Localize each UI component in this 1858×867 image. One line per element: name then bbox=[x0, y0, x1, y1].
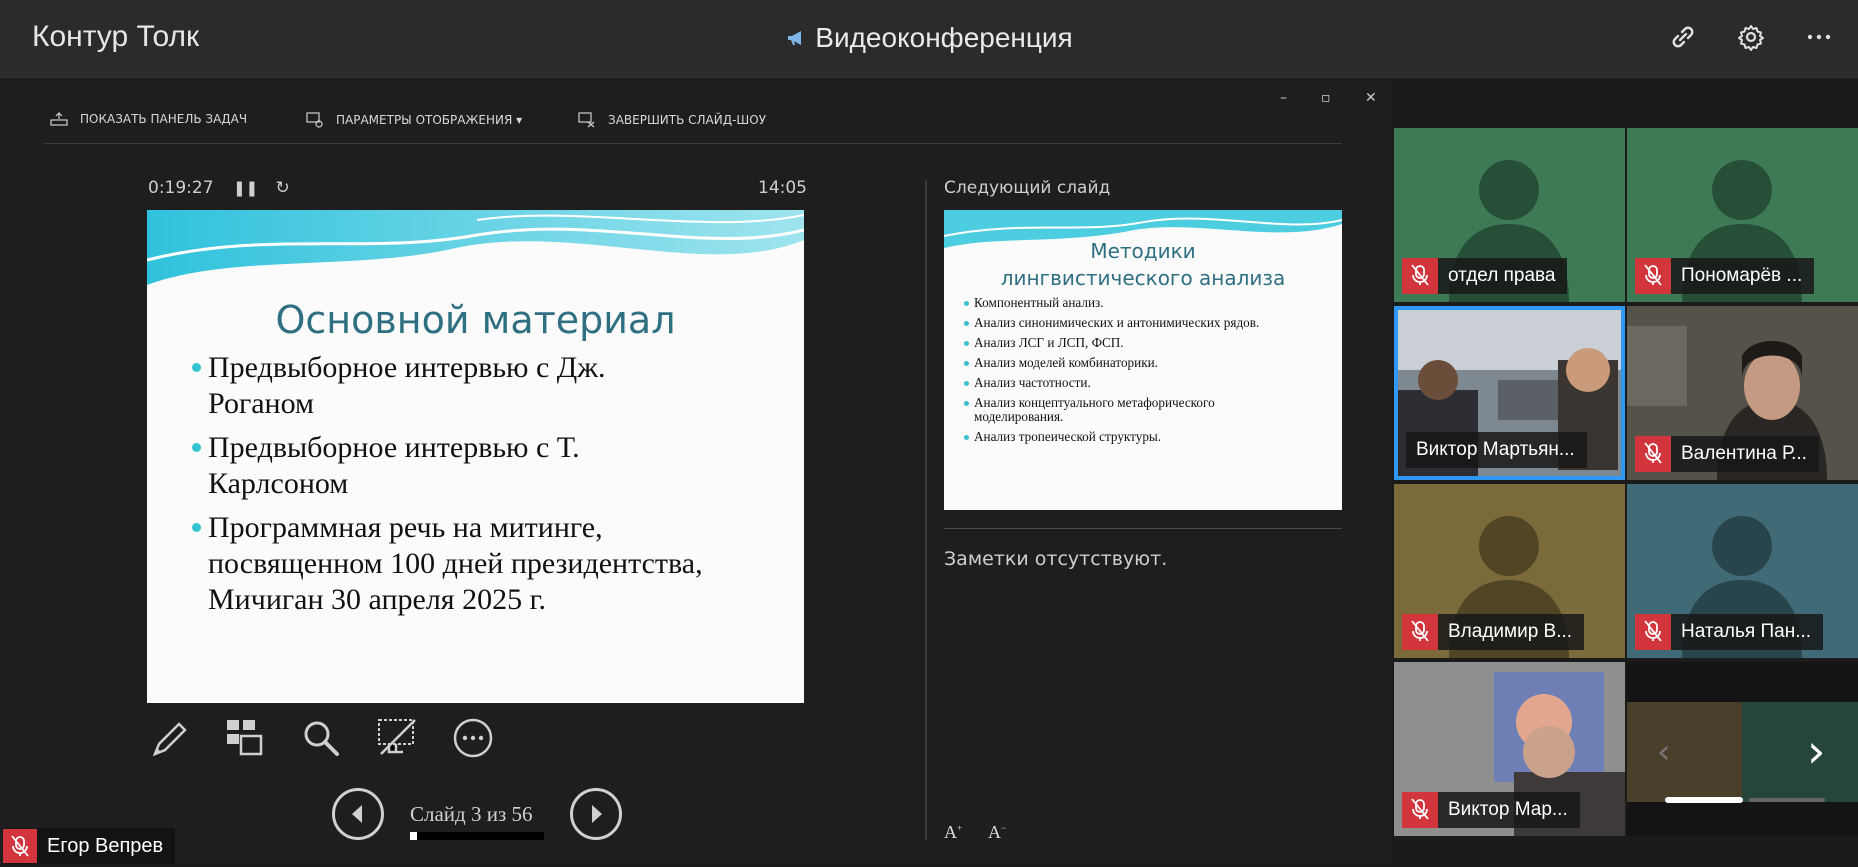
top-bar: Контур Толк Видеоконференция bbox=[0, 0, 1858, 78]
carousel-tile: ‹ › bbox=[1627, 662, 1858, 836]
slide-tools bbox=[147, 716, 495, 760]
next-slide-preview[interactable]: Методики лингвистического анализа Компон… bbox=[944, 210, 1342, 510]
speaker-notes: Заметки отсутствуют. bbox=[944, 548, 1168, 570]
participant-label: Пономарёв ... bbox=[1635, 258, 1815, 294]
clock: 14:05 bbox=[758, 178, 807, 198]
show-taskbar-label: ПОКАЗАТЬ ПАНЕЛЬ ЗАДАЧ bbox=[80, 112, 248, 126]
participant-tile[interactable]: Виктор Мар... bbox=[1394, 662, 1625, 836]
pager-indicator bbox=[1665, 797, 1825, 803]
slide-bullet: Программная речь на митинге, посвященном… bbox=[192, 510, 752, 618]
next-slide-bullet: Анализ концептуального метафорического м… bbox=[964, 396, 1294, 424]
next-slide-button[interactable] bbox=[570, 788, 622, 840]
display-settings-label: ПАРАМЕТРЫ ОТОБРАЖЕНИЯ ▾ bbox=[336, 113, 523, 127]
participant-tile[interactable]: отдел права bbox=[1394, 128, 1625, 302]
participant-tile[interactable]: Виктор Мартьян... bbox=[1394, 306, 1625, 480]
end-slideshow-icon bbox=[578, 112, 595, 128]
slide-progress bbox=[410, 832, 544, 840]
display-settings-icon bbox=[306, 112, 323, 128]
next-slide-label: Следующий слайд bbox=[944, 178, 1111, 198]
chevron-left-icon bbox=[352, 805, 362, 823]
participant-label: Виктор Мартьян... bbox=[1406, 432, 1587, 468]
next-slide-bullet: Анализ ЛСГ и ЛСП, ФСП. bbox=[964, 336, 1334, 350]
conference-title-text: Видеоконференция bbox=[815, 22, 1073, 53]
conference-title: Видеоконференция bbox=[0, 22, 1858, 54]
participant-label: Валентина Р... bbox=[1635, 436, 1819, 472]
restore-button[interactable]: ▫ bbox=[1321, 90, 1331, 106]
close-button[interactable]: ✕ bbox=[1365, 90, 1377, 106]
end-slideshow-button[interactable]: ЗАВЕРШИТЬ СЛАЙД-ШОУ bbox=[578, 112, 766, 128]
gear-icon[interactable] bbox=[1732, 18, 1770, 56]
mic-muted-icon bbox=[1635, 258, 1671, 294]
taskbar-icon bbox=[50, 112, 68, 126]
mic-muted-icon bbox=[1402, 792, 1438, 828]
panel-divider bbox=[925, 180, 927, 840]
chevron-right-icon bbox=[592, 805, 602, 823]
next-slide-bullet: Анализ моделей комбинаторики. bbox=[964, 356, 1334, 370]
increase-font-button[interactable]: A+ bbox=[944, 822, 962, 843]
participant-label: Виктор Мар... bbox=[1402, 792, 1580, 828]
participant-label: Наталья Пан... bbox=[1635, 614, 1824, 650]
increase-font-label: A bbox=[944, 822, 957, 842]
mic-muted-icon bbox=[1402, 614, 1438, 650]
slide-wave-decoration bbox=[147, 210, 804, 285]
slide-bullet: Предвыборное интервью с Т. Карлсоном bbox=[192, 430, 622, 502]
participant-tile[interactable]: Валентина Р... bbox=[1627, 306, 1858, 480]
self-view-name: Егор Вепрев bbox=[47, 834, 164, 857]
next-slide-bullet: Анализ частотности. bbox=[964, 376, 1334, 390]
participant-tile[interactable]: Владимир В... bbox=[1394, 484, 1625, 658]
slide-bullet: Предвыборное интервью с Дж. Роганом bbox=[192, 350, 622, 422]
previous-slide-button[interactable] bbox=[332, 788, 384, 840]
participant-label: отдел права bbox=[1402, 258, 1568, 294]
participant-name: Виктор Мар... bbox=[1448, 799, 1568, 820]
mic-muted-icon bbox=[1635, 614, 1671, 650]
more-options-icon[interactable] bbox=[451, 716, 495, 760]
next-slide-title: Методики лингвистического анализа bbox=[1000, 239, 1286, 290]
more-icon[interactable] bbox=[1800, 18, 1838, 56]
slide-bullets: Предвыборное интервью с Дж. Роганом Пред… bbox=[192, 350, 792, 626]
mic-muted-icon bbox=[1402, 258, 1438, 294]
chevron-left-icon[interactable]: ‹ bbox=[1657, 732, 1671, 772]
participant-name: Валентина Р... bbox=[1681, 443, 1807, 464]
elapsed-timer: 0:19:27 ❚❚ ↻ bbox=[148, 178, 290, 198]
participants-grid: отдел права Пономарёв ... Виктор Мартьян..… bbox=[1392, 80, 1858, 864]
link-icon[interactable] bbox=[1664, 18, 1702, 56]
all-slides-icon[interactable] bbox=[223, 716, 267, 760]
display-settings-button[interactable]: ПАРАМЕТРЫ ОТОБРАЖЕНИЯ ▾ bbox=[306, 112, 522, 128]
pause-icon[interactable]: ❚❚ bbox=[233, 179, 258, 197]
notes-divider bbox=[944, 528, 1342, 529]
next-slide-bullet: Анализ тропеической структуры. bbox=[964, 430, 1334, 444]
end-slideshow-label: ЗАВЕРШИТЬ СЛАЙД-ШОУ bbox=[608, 113, 767, 127]
current-slide: Основной материал Предвыборное интервью … bbox=[147, 210, 804, 703]
pen-icon[interactable] bbox=[147, 716, 191, 760]
participant-name: Пономарёв ... bbox=[1681, 265, 1803, 286]
elapsed-time: 0:19:27 bbox=[148, 178, 214, 198]
restart-icon[interactable]: ↻ bbox=[276, 178, 290, 198]
megaphone-icon bbox=[788, 31, 802, 45]
chevron-right-icon[interactable]: › bbox=[1807, 724, 1825, 778]
participant-name: Владимир В... bbox=[1448, 621, 1573, 642]
presenter-toolbar: ПОКАЗАТЬ ПАНЕЛЬ ЗАДАЧ ПАРАМЕТРЫ ОТОБРАЖЕ… bbox=[44, 100, 1342, 144]
slide-counter: Слайд 3 из 56 bbox=[410, 802, 533, 826]
show-taskbar-button[interactable]: ПОКАЗАТЬ ПАНЕЛЬ ЗАДАЧ bbox=[50, 112, 247, 126]
decrease-font-button[interactable]: A− bbox=[988, 822, 1006, 843]
mic-muted-icon[interactable] bbox=[3, 829, 37, 863]
self-view-label: Егор Вепрев bbox=[3, 828, 176, 864]
participant-label: Владимир В... bbox=[1402, 614, 1585, 650]
participant-tile[interactable]: Пономарёв ... bbox=[1627, 128, 1858, 302]
participant-tile[interactable]: Наталья Пан... bbox=[1627, 484, 1858, 658]
next-slide-bullet: Анализ синонимических и антонимических р… bbox=[964, 316, 1304, 330]
slide-progress-fill bbox=[410, 832, 418, 840]
minimize-button[interactable]: – bbox=[1280, 90, 1287, 106]
zoom-icon[interactable] bbox=[299, 716, 343, 760]
black-screen-icon[interactable] bbox=[375, 716, 419, 760]
next-slide-bullets: Компонентный анализ. Анализ синонимическ… bbox=[964, 296, 1334, 450]
decrease-font-label: A bbox=[988, 822, 1001, 842]
next-slide-bullet: Компонентный анализ. bbox=[964, 296, 1334, 310]
mic-muted-icon bbox=[1635, 436, 1671, 472]
participant-name: отдел права bbox=[1448, 265, 1556, 286]
slide-navigation: Слайд 3 из 56 bbox=[332, 788, 622, 840]
participant-name: Виктор Мартьян... bbox=[1416, 439, 1575, 460]
slide-title: Основной материал bbox=[275, 298, 676, 342]
participant-name: Наталья Пан... bbox=[1681, 621, 1812, 642]
